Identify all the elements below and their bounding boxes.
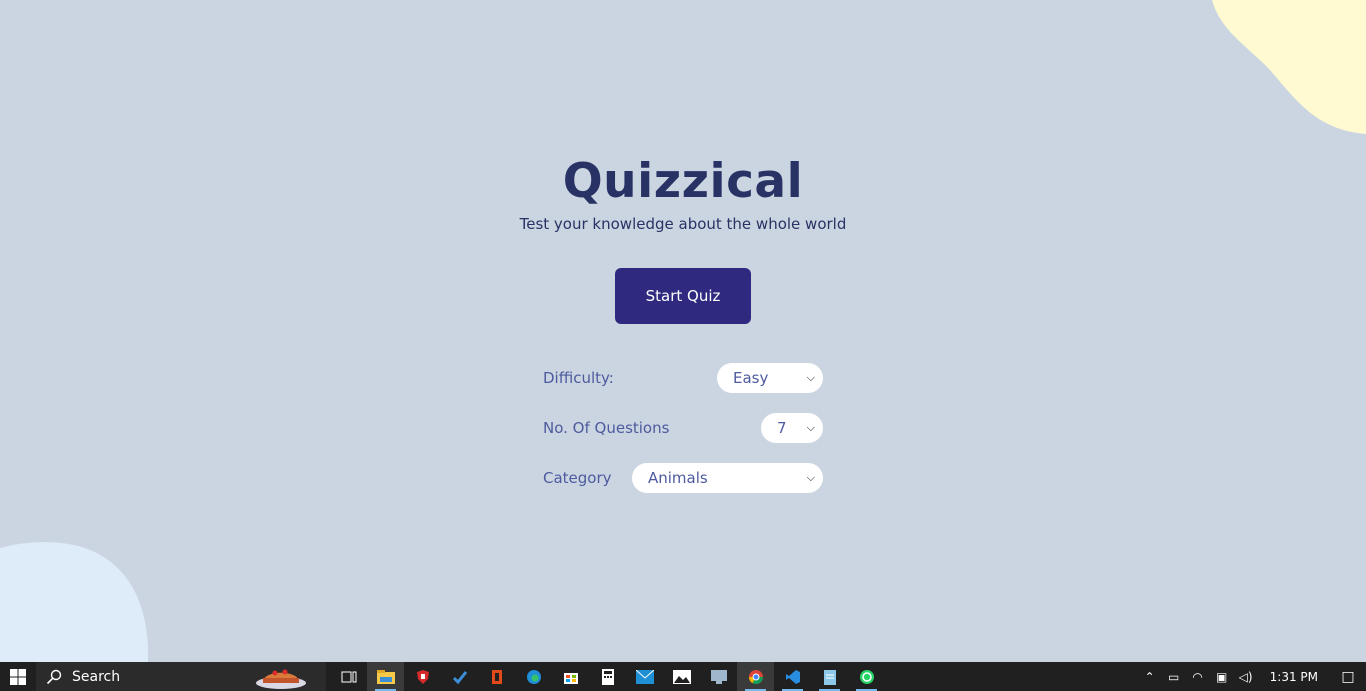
taskbar: Search ⌃ ▭ ◠ ▣ ◁) 1:31 PM □: [0, 662, 1366, 691]
category-label: Category: [543, 469, 612, 487]
volume-icon[interactable]: ◁): [1234, 670, 1258, 684]
app-title: Quizzical: [562, 154, 804, 209]
questions-row: No. Of Questions 7 ⌵: [543, 413, 823, 443]
notification-icon[interactable]: □: [1330, 669, 1366, 685]
vscode-icon[interactable]: [774, 662, 811, 691]
calculator-icon[interactable]: [589, 662, 626, 691]
chevron-down-icon: ⌵: [806, 371, 815, 384]
office-icon[interactable]: [478, 662, 515, 691]
category-select[interactable]: Animals ⌵: [632, 463, 823, 493]
chevron-down-icon: ⌵: [806, 471, 815, 484]
category-row: Category Animals ⌵: [543, 463, 823, 493]
difficulty-select[interactable]: Easy ⌵: [717, 363, 823, 393]
search-icon: [46, 669, 62, 684]
wifi-icon[interactable]: ◠: [1186, 670, 1210, 684]
app-subtitle: Test your knowledge about the whole worl…: [519, 215, 847, 233]
difficulty-row: Difficulty: Easy ⌵: [543, 363, 823, 393]
chrome-icon[interactable]: [737, 662, 774, 691]
questions-label: No. Of Questions: [543, 419, 670, 437]
quiz-settings: Difficulty: Easy ⌵ No. Of Questions 7 ⌵ …: [543, 363, 823, 513]
system-tray: ⌃ ▭ ◠ ▣ ◁) 1:31 PM □: [1138, 662, 1366, 691]
search-highlight-pie-icon[interactable]: [236, 662, 326, 691]
todo-icon[interactable]: [441, 662, 478, 691]
clock[interactable]: 1:31 PM: [1258, 670, 1330, 684]
meet-now-icon[interactable]: ▣: [1210, 670, 1234, 684]
battery-icon[interactable]: ▭: [1162, 670, 1186, 684]
edge-icon[interactable]: [515, 662, 552, 691]
windows-logo-icon: [10, 668, 26, 685]
mail-icon[interactable]: [626, 662, 663, 691]
chevron-up-icon[interactable]: ⌃: [1138, 670, 1162, 684]
decorative-blob-bottom-left: [0, 542, 149, 662]
remote-desktop-icon[interactable]: [700, 662, 737, 691]
questions-select[interactable]: 7 ⌵: [761, 413, 823, 443]
chevron-down-icon: ⌵: [806, 421, 815, 434]
windows-start-button[interactable]: [0, 662, 36, 691]
difficulty-label: Difficulty:: [543, 369, 614, 387]
search-label: Search: [72, 668, 121, 685]
photos-icon[interactable]: [663, 662, 700, 691]
questions-value: 7: [777, 419, 787, 437]
difficulty-value: Easy: [733, 369, 769, 387]
task-view-icon[interactable]: [330, 662, 367, 691]
file-explorer-icon[interactable]: [367, 662, 404, 691]
pie-icon: [256, 669, 306, 689]
store-icon[interactable]: [552, 662, 589, 691]
intro-panel: Quizzical Test your knowledge about the …: [0, 0, 1366, 324]
start-quiz-button[interactable]: Start Quiz: [615, 268, 751, 324]
shield-app-icon[interactable]: [404, 662, 441, 691]
notepad-icon[interactable]: [811, 662, 848, 691]
category-value: Animals: [648, 469, 708, 487]
taskbar-search[interactable]: Search: [36, 662, 236, 691]
whatsapp-icon[interactable]: [848, 662, 885, 691]
